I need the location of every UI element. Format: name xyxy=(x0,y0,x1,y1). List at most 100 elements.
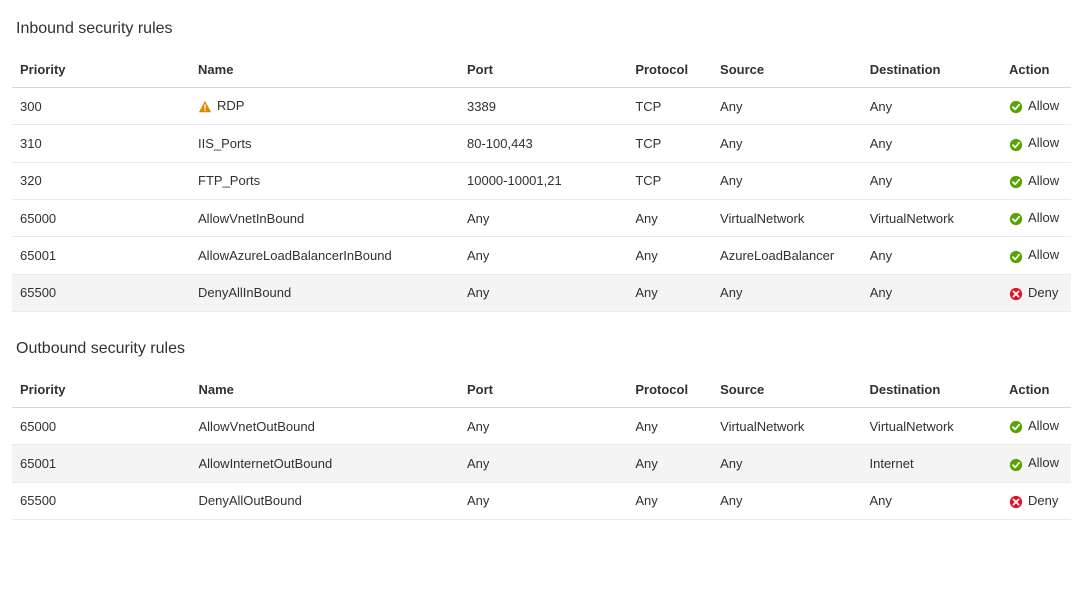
cell-priority: 65500 xyxy=(12,482,191,519)
cell-port: Any xyxy=(459,274,627,311)
cell-destination: Any xyxy=(862,162,1001,199)
cell-action: Allow xyxy=(1001,162,1071,199)
table-row[interactable]: 320FTP_Ports10000-10001,21TCPAnyAnyAllow xyxy=(12,162,1071,199)
header-port[interactable]: Port xyxy=(459,372,627,408)
cell-destination: Any xyxy=(862,274,1001,311)
cell-priority: 65500 xyxy=(12,274,190,311)
rule-name-text: AllowInternetOutBound xyxy=(199,456,333,471)
rule-name-text: AllowVnetOutBound xyxy=(199,419,315,434)
table-row[interactable]: 300RDP3389TCPAnyAnyAllow xyxy=(12,88,1071,125)
rule-name-text: IIS_Ports xyxy=(198,136,251,151)
cell-destination: VirtualNetwork xyxy=(862,200,1001,237)
action-text: Deny xyxy=(1028,493,1058,508)
table-row[interactable]: 310IIS_Ports80-100,443TCPAnyAnyAllow xyxy=(12,125,1071,162)
outbound-table: Priority Name Port Protocol Source Desti… xyxy=(12,372,1071,520)
cell-source: Any xyxy=(712,274,862,311)
cell-source: AzureLoadBalancer xyxy=(712,237,862,274)
header-source[interactable]: Source xyxy=(712,52,862,88)
action-text: Allow xyxy=(1028,173,1059,188)
cell-name: DenyAllOutBound xyxy=(191,482,459,519)
cell-name: FTP_Ports xyxy=(190,162,459,199)
cell-port: Any xyxy=(459,482,627,519)
cell-name: RDP xyxy=(190,88,459,125)
cell-action: Allow xyxy=(1001,445,1071,482)
cell-destination: Any xyxy=(862,125,1001,162)
cell-action: Allow xyxy=(1001,88,1071,125)
cell-protocol: TCP xyxy=(627,88,712,125)
table-row[interactable]: 65000AllowVnetOutBoundAnyAnyVirtualNetwo… xyxy=(12,408,1071,445)
cell-destination: Internet xyxy=(862,445,1001,482)
cell-name: AllowVnetInBound xyxy=(190,200,459,237)
action-text: Allow xyxy=(1028,455,1059,470)
cell-port: 3389 xyxy=(459,88,627,125)
action-text: Deny xyxy=(1028,285,1058,300)
cell-destination: Any xyxy=(862,482,1001,519)
action-text: Allow xyxy=(1028,98,1059,113)
table-row[interactable]: 65500DenyAllInBoundAnyAnyAnyAnyDeny xyxy=(12,274,1071,311)
cell-protocol: TCP xyxy=(627,162,712,199)
cell-port: Any xyxy=(459,237,627,274)
cell-port: 10000-10001,21 xyxy=(459,162,627,199)
header-source[interactable]: Source xyxy=(712,372,861,408)
cell-name: AllowAzureLoadBalancerInBound xyxy=(190,237,459,274)
cell-protocol: Any xyxy=(627,200,712,237)
cell-name: AllowInternetOutBound xyxy=(191,445,459,482)
cell-destination: Any xyxy=(862,88,1001,125)
inbound-title: Inbound security rules xyxy=(12,20,1071,38)
header-action[interactable]: Action xyxy=(1001,52,1071,88)
cell-priority: 65000 xyxy=(12,200,190,237)
outbound-section: Outbound security rules Priority Name Po… xyxy=(12,340,1071,520)
table-row[interactable]: 65000AllowVnetInBoundAnyAnyVirtualNetwor… xyxy=(12,200,1071,237)
outbound-header-row: Priority Name Port Protocol Source Desti… xyxy=(12,372,1071,408)
rule-name-text: DenyAllInBound xyxy=(198,285,291,300)
cell-destination: Any xyxy=(862,237,1001,274)
allow-icon xyxy=(1009,248,1023,264)
allow-icon xyxy=(1009,99,1023,115)
cell-name: DenyAllInBound xyxy=(190,274,459,311)
header-destination[interactable]: Destination xyxy=(862,52,1001,88)
rule-name-text: FTP_Ports xyxy=(198,173,260,188)
cell-source: Any xyxy=(712,162,862,199)
table-row[interactable]: 65001AllowAzureLoadBalancerInBoundAnyAny… xyxy=(12,237,1071,274)
cell-protocol: Any xyxy=(627,274,712,311)
header-name[interactable]: Name xyxy=(190,52,459,88)
header-priority[interactable]: Priority xyxy=(12,372,191,408)
table-row[interactable]: 65001AllowInternetOutBoundAnyAnyAnyInter… xyxy=(12,445,1071,482)
action-text: Allow xyxy=(1028,418,1059,433)
cell-protocol: Any xyxy=(627,482,712,519)
cell-port: Any xyxy=(459,408,627,445)
header-destination[interactable]: Destination xyxy=(862,372,1001,408)
allow-icon xyxy=(1009,456,1023,472)
cell-source: Any xyxy=(712,88,862,125)
cell-action: Allow xyxy=(1001,408,1071,445)
cell-priority: 65001 xyxy=(12,237,190,274)
deny-icon xyxy=(1009,494,1023,510)
cell-action: Deny xyxy=(1001,274,1071,311)
cell-protocol: TCP xyxy=(627,125,712,162)
cell-destination: VirtualNetwork xyxy=(862,408,1001,445)
cell-priority: 65000 xyxy=(12,408,191,445)
cell-action: Allow xyxy=(1001,200,1071,237)
header-port[interactable]: Port xyxy=(459,52,627,88)
action-text: Allow xyxy=(1028,135,1059,150)
warning-icon xyxy=(198,99,212,115)
header-protocol[interactable]: Protocol xyxy=(627,372,712,408)
cell-source: VirtualNetwork xyxy=(712,408,861,445)
deny-icon xyxy=(1009,286,1023,302)
table-row[interactable]: 65500DenyAllOutBoundAnyAnyAnyAnyDeny xyxy=(12,482,1071,519)
header-action[interactable]: Action xyxy=(1001,372,1071,408)
action-text: Allow xyxy=(1028,210,1059,225)
inbound-section: Inbound security rules Priority Name Por… xyxy=(12,20,1071,312)
cell-priority: 310 xyxy=(12,125,190,162)
cell-action: Deny xyxy=(1001,482,1071,519)
header-name[interactable]: Name xyxy=(191,372,459,408)
allow-icon xyxy=(1009,136,1023,152)
header-priority[interactable]: Priority xyxy=(12,52,190,88)
cell-source: Any xyxy=(712,482,861,519)
cell-action: Allow xyxy=(1001,237,1071,274)
cell-protocol: Any xyxy=(627,445,712,482)
rule-name-text: AllowVnetInBound xyxy=(198,211,304,226)
cell-priority: 300 xyxy=(12,88,190,125)
header-protocol[interactable]: Protocol xyxy=(627,52,712,88)
cell-protocol: Any xyxy=(627,408,712,445)
